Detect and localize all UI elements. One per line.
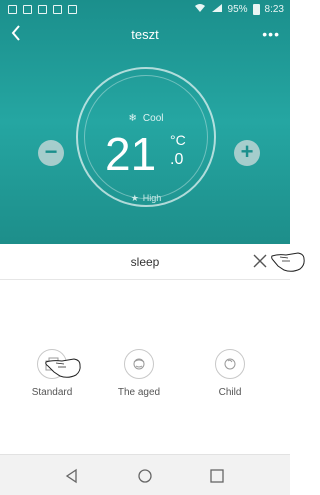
close-icon [253, 254, 267, 268]
mode-indicator: ❄ Cool [78, 113, 214, 124]
sleep-option-label: Standard [31, 387, 73, 398]
clock: 8:23 [264, 3, 284, 15]
climate-panel: 95% 8:23 teszt ••• ❄ Cool 21 °C .0 ★ High [0, 0, 290, 244]
wifi-icon [194, 3, 206, 16]
status-bar: 95% 8:23 [0, 0, 290, 18]
notification-icon [53, 4, 62, 14]
child-face-icon [215, 349, 245, 379]
more-options-button[interactable]: ••• [262, 26, 280, 42]
notification-icons [0, 4, 77, 14]
battery-icon [252, 3, 260, 15]
snowflake-icon: ❄ [128, 113, 137, 124]
system-navigation-bar [0, 454, 290, 495]
increase-temperature-button[interactable]: + [234, 140, 260, 166]
sleep-sheet-title: sleep [130, 255, 160, 269]
notification-icon [38, 4, 47, 14]
notification-icon [23, 4, 32, 14]
mode-label: Cool [142, 113, 164, 124]
app-header: teszt ••• [0, 24, 290, 46]
pointer-hand-icon [270, 248, 306, 274]
aged-face-icon [124, 349, 154, 379]
home-circle-icon[interactable] [136, 467, 154, 485]
close-button[interactable] [252, 253, 270, 271]
temperature-unit: °C [170, 132, 186, 148]
fan-speed-indicator: ★ High [78, 193, 214, 204]
temperature-dial: ❄ Cool 21 °C .0 ★ High [76, 67, 216, 207]
battery-percent: 95% [227, 3, 248, 15]
sleep-sheet: sleep Standard The aged Child [0, 244, 290, 454]
sleep-sheet-header: sleep [0, 244, 290, 280]
notification-icon [8, 4, 17, 14]
temperature-value: 21 [105, 128, 157, 180]
sleep-option-child[interactable]: Child [190, 349, 270, 398]
fan-speed-label: High [142, 193, 162, 203]
phone-screen: 95% 8:23 teszt ••• ❄ Cool 21 °C .0 ★ High [0, 0, 290, 495]
sleep-option-aged[interactable]: The aged [99, 349, 179, 398]
sleep-option-label: The aged [117, 387, 161, 398]
page-title: teszt [131, 27, 159, 42]
signal-icon [211, 3, 223, 16]
temperature-decimal: .0 [170, 151, 184, 168]
fan-icon: ★ [130, 193, 139, 203]
decrease-temperature-button[interactable]: − [38, 140, 64, 166]
recents-square-icon[interactable] [208, 467, 226, 485]
notification-icon [68, 4, 77, 14]
sleep-option-label: Child [218, 387, 242, 398]
pointer-hand-icon [44, 354, 84, 380]
back-triangle-icon[interactable] [63, 467, 81, 485]
